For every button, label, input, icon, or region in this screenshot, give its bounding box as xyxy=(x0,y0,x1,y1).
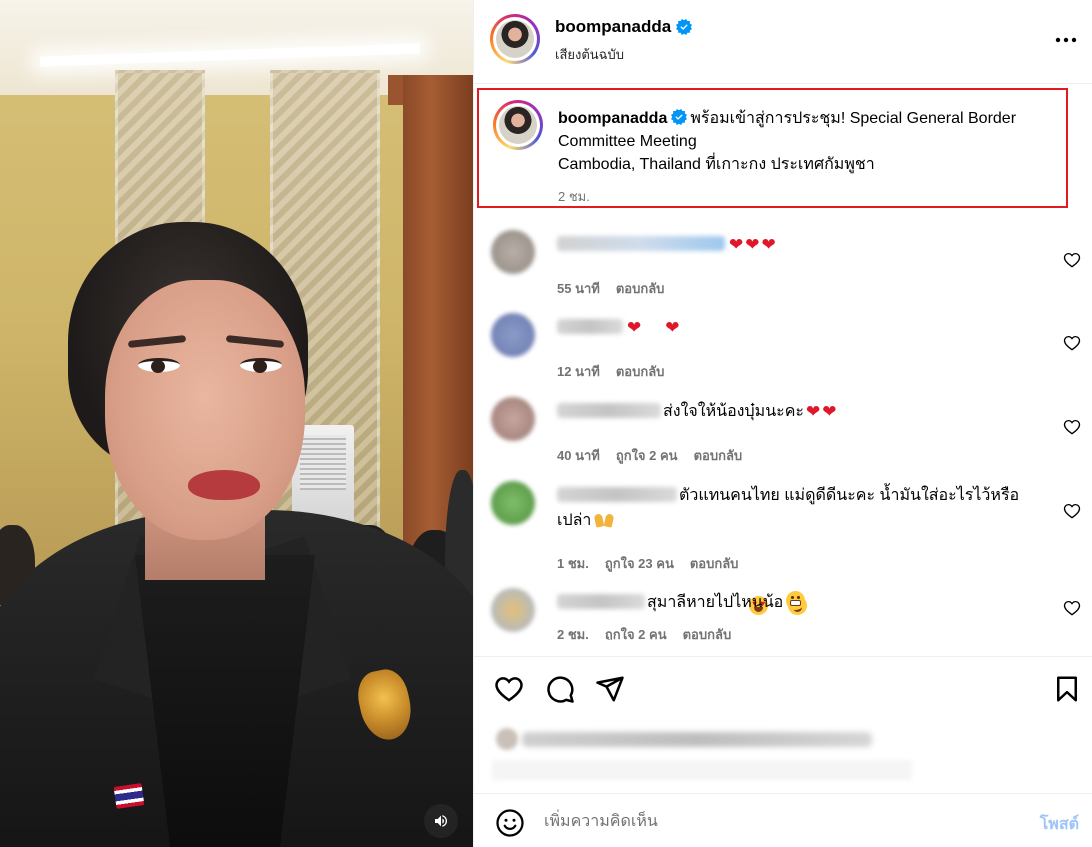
header-username[interactable]: boompanadda xyxy=(555,17,693,37)
verified-icon xyxy=(676,19,693,35)
more-icon[interactable] xyxy=(1053,28,1079,52)
reply-button[interactable]: ตอบกลับ xyxy=(616,278,665,299)
comment-text: สุมาลีหายไปไหนน้อ xyxy=(557,590,1047,615)
blurred-username[interactable] xyxy=(557,487,677,502)
heart-emoji: ❤ xyxy=(627,318,642,337)
lips xyxy=(188,470,260,500)
avatar[interactable] xyxy=(491,313,535,357)
caption-highlight: boompanadda พร้อมเข้าสู่การประชุม! Specia… xyxy=(477,88,1068,208)
comment-body: ส่งใจให้น้องบุ๋มนะคะ xyxy=(663,403,805,420)
heart-icon[interactable] xyxy=(1063,418,1081,436)
caption: boompanadda พร้อมเข้าสู่การประชุม! Specia… xyxy=(558,107,1058,176)
comment-likes[interactable]: ถูกใจ 23 คน xyxy=(605,553,674,574)
blurred-username[interactable] xyxy=(557,319,623,334)
grin-emoji xyxy=(786,591,806,610)
avatar[interactable] xyxy=(491,397,535,441)
comment-meta: 1 ชม. ถูกใจ 23 คน ตอบกลับ xyxy=(557,553,738,574)
heart-icon[interactable] xyxy=(1063,502,1081,520)
heart-emoji: ❤ xyxy=(745,235,760,254)
eye xyxy=(138,358,180,373)
raising-hands-emoji xyxy=(594,510,614,528)
comment-input[interactable] xyxy=(544,808,1004,836)
heart-emoji: ❤ xyxy=(729,235,744,254)
comment-likes[interactable]: ถูกใจ 2 คน xyxy=(616,445,678,466)
reply-button[interactable]: ตอบกลับ xyxy=(683,624,732,640)
share-icon[interactable] xyxy=(595,674,625,704)
audio-label[interactable]: เสียงต้นฉบับ xyxy=(555,44,624,65)
verified-icon xyxy=(671,109,688,125)
likes-summary[interactable] xyxy=(492,722,912,780)
heart-icon[interactable] xyxy=(1063,334,1081,352)
comment-composer: โพสต์ xyxy=(474,793,1092,847)
heart-icon[interactable] xyxy=(494,674,524,704)
blurred-username[interactable] xyxy=(557,403,661,418)
avatar[interactable] xyxy=(490,14,540,64)
caption-time[interactable]: 2 ชม. xyxy=(558,186,590,207)
heart-icon[interactable] xyxy=(1063,251,1081,269)
main-subject xyxy=(0,0,473,847)
eye xyxy=(240,358,282,373)
reply-button[interactable]: ตอบกลับ xyxy=(616,361,665,382)
blurred-username[interactable] xyxy=(557,594,645,609)
comment-meta: 2 ชม. ถูกใจ 2 คน ตอบกลับ xyxy=(557,624,731,640)
comment-text: ตัวแทนคนไทย แม่ดูดีดีนะคะ น้ำมันใส่อะไรไ… xyxy=(557,483,1047,533)
comment-meta: 55 นาที ตอบกลับ xyxy=(557,278,664,299)
comment-text: ส่งใจให้น้องบุ๋มนะคะ ❤ ❤ xyxy=(557,399,1047,424)
blurred-username[interactable] xyxy=(557,236,725,251)
caption-username[interactable]: boompanadda xyxy=(558,110,667,127)
reply-button[interactable]: ตอบกลับ xyxy=(690,553,739,574)
action-bar xyxy=(474,656,1092,716)
avatar[interactable] xyxy=(491,481,535,525)
avatar[interactable] xyxy=(491,588,535,632)
comment-time[interactable]: 2 ชม. xyxy=(557,624,589,640)
caption-text-2: Cambodia, Thailand ที่เกาะกง ประเทศกัมพู… xyxy=(558,156,875,173)
post-button[interactable]: โพสต์ xyxy=(1040,812,1079,837)
comment-time[interactable]: 55 นาที xyxy=(557,278,600,299)
comment-text: ❤♥♥❤♥♥ xyxy=(557,315,1047,615)
comment-time[interactable]: 40 นาที xyxy=(557,445,600,466)
avatar[interactable] xyxy=(493,100,543,150)
thai-flag-pin xyxy=(113,783,145,809)
comment-meta: 40 นาที ถูกใจ 2 คน ตอบกลับ xyxy=(557,445,742,466)
speaker-icon[interactable] xyxy=(424,804,458,838)
post-header: boompanadda เสียงต้นฉบับ xyxy=(474,0,1092,84)
post-media[interactable] xyxy=(0,0,473,847)
heart-icon[interactable] xyxy=(1063,599,1081,617)
comment-text: ❤ ❤ ❤ xyxy=(557,232,1047,257)
heart-emoji: ❤ xyxy=(761,235,776,254)
comment-time[interactable]: 1 ชม. xyxy=(557,553,589,574)
comment-likes[interactable]: ถูกใจ 2 คน xyxy=(605,624,667,640)
comment-list[interactable]: ❤❤❤ 55 นาที ตอบกลับ ❤♥♥❤♥♥ 12 นาที ตอบกล… xyxy=(474,216,1092,640)
heart-emoji: ❤ xyxy=(806,402,821,421)
avatar[interactable] xyxy=(491,230,535,274)
comment-meta: 12 นาที ตอบกลับ xyxy=(557,361,664,382)
comment-icon[interactable] xyxy=(545,674,575,704)
post-panel: boompanadda เสียงต้นฉบับ boompanadda พร้อ… xyxy=(473,0,1092,847)
bookmark-icon[interactable] xyxy=(1052,674,1082,704)
face xyxy=(105,280,305,540)
comment-time[interactable]: 12 นาที xyxy=(557,361,600,382)
heart-emoji: ❤ xyxy=(665,318,680,337)
emoji-icon[interactable] xyxy=(495,808,525,838)
heart-emoji: ❤ xyxy=(822,402,837,421)
reply-button[interactable]: ตอบกลับ xyxy=(694,445,743,466)
username[interactable]: boompanadda xyxy=(555,17,671,37)
comment-body: สุมาลีหายไปไหนน้อ xyxy=(647,594,784,611)
